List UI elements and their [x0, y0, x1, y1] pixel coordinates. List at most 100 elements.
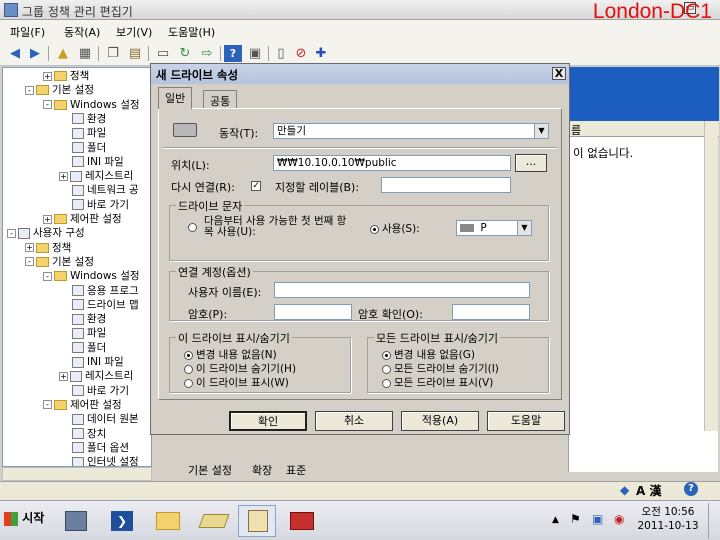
tab-basic-settings[interactable]: 기본 설정 [188, 462, 232, 478]
collapse-icon[interactable]: - [43, 400, 52, 410]
collapse-icon[interactable]: - [43, 100, 52, 110]
show-tree-icon[interactable]: ▦ [76, 45, 94, 62]
menu-file[interactable]: 파일(F) [10, 24, 45, 40]
up-folder-icon[interactable]: ▲ [54, 45, 72, 62]
action-dropdown[interactable]: 만들기 ▼ [273, 123, 549, 139]
expand-icon[interactable]: + [25, 243, 34, 253]
back-icon[interactable]: ◀ [6, 45, 24, 62]
this-no-change-radio[interactable]: 변경 내용 없음(N) [184, 347, 277, 362]
drive-letter-dropdown[interactable]: P ▼ [456, 220, 532, 236]
details-vertical-scrollbar[interactable] [704, 121, 718, 431]
show-desktop-button[interactable] [708, 503, 718, 539]
tree-item[interactable]: 환경 [59, 112, 106, 126]
expand-icon[interactable]: + [43, 71, 52, 81]
collapse-icon[interactable]: - [25, 257, 34, 267]
export-list-icon[interactable]: ⇨ [198, 45, 216, 62]
tree-item[interactable]: - 사용자 구성 [7, 226, 85, 240]
tree-item[interactable]: 인터넷 설정 [59, 455, 139, 466]
chevron-down-icon[interactable]: ▼ [517, 221, 531, 235]
tree-item[interactable]: 파일 [59, 126, 106, 140]
hide-this-drive-radio[interactable]: 이 드라이브 숨기기(H) [184, 361, 296, 376]
tree-item[interactable]: 파일 [59, 326, 106, 340]
first-available-radio[interactable] [188, 223, 197, 232]
expand-icon[interactable]: + [43, 214, 52, 224]
all-no-change-radio[interactable]: 변경 내용 없음(G) [382, 347, 475, 362]
tree-item[interactable]: 바로 가기 [59, 198, 129, 212]
tab-general[interactable]: 일반 [158, 87, 193, 109]
tree-horizontal-scrollbar[interactable] [2, 467, 152, 481]
chevron-down-icon[interactable]: ▼ [534, 124, 548, 138]
language-bar-icon[interactable]: ◆ [620, 483, 629, 497]
collapse-icon[interactable]: - [25, 85, 34, 95]
tab-extended[interactable]: 확장 [252, 462, 272, 478]
collapse-icon[interactable]: - [7, 228, 16, 238]
expand-icon[interactable]: + [59, 371, 68, 381]
confirm-password-input[interactable] [452, 304, 530, 320]
show-hidden-icons-icon[interactable]: ▲ [552, 515, 559, 525]
label-as-input[interactable] [381, 177, 511, 193]
tab-common[interactable]: 공통 [203, 90, 238, 108]
start-button[interactable]: 시작 [4, 509, 44, 526]
toolbox-icon[interactable] [282, 505, 320, 537]
delete-icon[interactable]: ⊘ [292, 45, 310, 62]
tree-item[interactable]: 네트워크 공 [59, 183, 139, 197]
volume-muted-icon[interactable]: ◉ [614, 512, 624, 526]
properties-icon[interactable]: ▣ [246, 45, 264, 62]
menu-view[interactable]: 보기(V) [116, 24, 152, 40]
clock[interactable]: 오전 10:56 2011-10-13 [636, 505, 700, 533]
password-input[interactable] [274, 304, 352, 320]
tree-item[interactable]: - 제어판 설정 [43, 398, 122, 412]
export-icon[interactable]: ▭ [154, 45, 172, 62]
explorer-icon[interactable] [148, 505, 186, 537]
copy-icon[interactable]: ❐ [104, 45, 122, 62]
show-all-drives-radio[interactable]: 모든 드라이브 표시(V) [382, 375, 493, 390]
column-header[interactable]: 름 [569, 121, 719, 137]
use-letter-radio[interactable]: 사용(S): [370, 221, 420, 236]
tree-item[interactable]: 바로 가기 [59, 384, 129, 398]
add-icon[interactable]: ✚ [312, 45, 330, 62]
username-input[interactable] [274, 282, 530, 298]
server-manager-icon[interactable] [56, 505, 94, 537]
ime-mode[interactable]: A 漢 [636, 482, 661, 499]
help-button[interactable]: 도움말 [487, 411, 565, 431]
network-icon[interactable]: ▣ [592, 512, 603, 526]
tree-item[interactable]: + 정책 [43, 69, 89, 83]
ok-button[interactable]: 확인 [229, 411, 307, 431]
flag-icon[interactable]: ⚑ [570, 512, 581, 526]
tree-item[interactable]: INI 파일 [59, 155, 124, 169]
tree-item[interactable]: 폴더 [59, 341, 106, 355]
tab-standard[interactable]: 표준 [286, 462, 306, 478]
tree-item[interactable]: 폴더 옵션 [59, 441, 129, 455]
collapse-icon[interactable]: - [43, 271, 52, 281]
browse-button[interactable]: ... [515, 154, 547, 172]
tree-item[interactable]: 데이터 원본 [59, 412, 139, 426]
paste-icon[interactable]: ▤ [126, 45, 144, 62]
tree-item[interactable]: 드라이브 맵 [59, 298, 139, 312]
tree-item[interactable]: 폴더 [59, 141, 106, 155]
dialog-close-button[interactable]: X [552, 67, 566, 80]
new-icon[interactable]: ▯ [272, 45, 290, 62]
menu-action[interactable]: 동작(A) [64, 24, 100, 40]
tree-item[interactable]: - 기본 설정 [25, 255, 94, 269]
apply-button[interactable]: 적용(A) [401, 411, 479, 431]
powershell-icon[interactable]: ❯ [102, 505, 140, 537]
location-input[interactable]: ₩₩10.10.0.10₩public [273, 155, 511, 171]
ime-help-icon[interactable]: ? [684, 482, 698, 496]
gpmc-icon[interactable] [194, 505, 232, 537]
show-this-drive-radio[interactable]: 이 드라이브 표시(W) [184, 375, 289, 390]
tree-item[interactable]: 환경 [59, 312, 106, 326]
tree-item[interactable]: + 레지스트리 [59, 169, 133, 183]
tree-item[interactable]: - Windows 설정 [43, 98, 140, 112]
tree-item[interactable]: 응용 프로그 [59, 284, 139, 298]
tree-item[interactable]: + 레지스트리 [59, 369, 133, 383]
gp-editor-taskbar-icon[interactable] [238, 505, 276, 537]
hide-all-drives-radio[interactable]: 모든 드라이브 숨기기(I) [382, 361, 499, 376]
tree-item[interactable]: INI 파일 [59, 355, 124, 369]
expand-icon[interactable]: + [59, 171, 68, 181]
tree-item[interactable]: - Windows 설정 [43, 269, 140, 283]
menu-help[interactable]: 도움말(H) [168, 24, 215, 40]
forward-icon[interactable]: ▶ [26, 45, 44, 62]
refresh-icon[interactable]: ↻ [176, 45, 194, 62]
tree-item[interactable]: 장치 [59, 427, 106, 441]
tree-item[interactable]: - 기본 설정 [25, 83, 94, 97]
